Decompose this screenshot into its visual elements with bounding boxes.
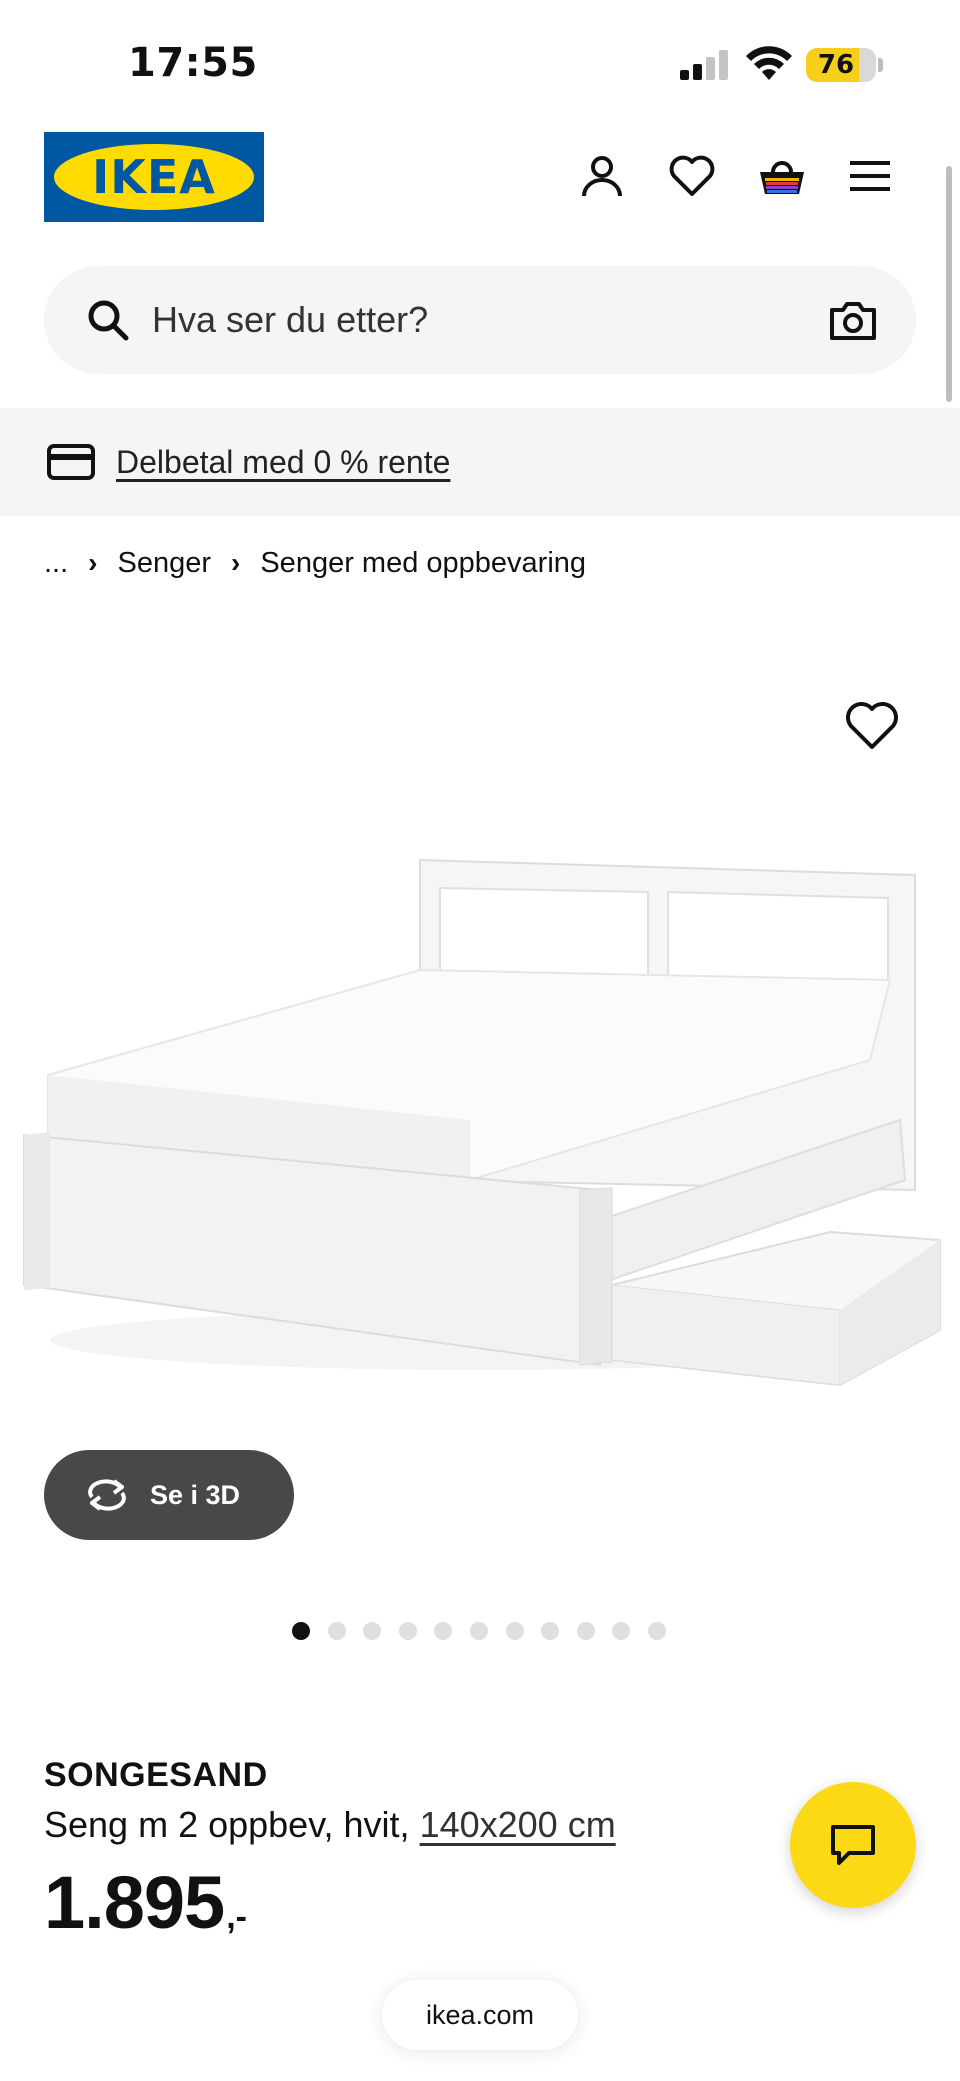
carousel-dots	[292, 1622, 684, 1642]
product-description: Seng m 2 oppbev, hvit, 140x200 cm	[44, 1804, 616, 1846]
account-icon[interactable]	[572, 146, 632, 206]
heart-icon[interactable]	[662, 146, 722, 206]
ikea-logo[interactable]: IKEA	[44, 132, 264, 222]
carousel-dot[interactable]	[612, 1622, 631, 1640]
rotate-3d-icon	[88, 1479, 126, 1511]
price-suffix: ,-	[226, 1898, 247, 1936]
carousel-dot[interactable]	[541, 1622, 560, 1640]
breadcrumb: ... › Senger › Senger med oppbevaring	[44, 538, 586, 588]
battery-level: 76	[817, 50, 855, 80]
breadcrumb-item-senger[interactable]: Senger	[118, 547, 212, 580]
search-input[interactable]	[152, 266, 752, 374]
battery-cap	[878, 58, 883, 72]
promo-link[interactable]: Delbetal med 0 % rente	[116, 408, 450, 516]
cellular-signal-icon	[680, 50, 728, 80]
carousel-dot[interactable]	[327, 1622, 346, 1640]
product-image[interactable]	[0, 620, 960, 1480]
status-bar: 17:55 76	[0, 0, 960, 120]
logo-text: IKEA	[92, 150, 216, 204]
view-3d-label: Se i 3D	[150, 1479, 241, 1510]
camera-icon[interactable]	[828, 296, 878, 346]
carousel-dot[interactable]	[363, 1622, 382, 1640]
search-icon[interactable]	[84, 296, 132, 344]
scrollbar[interactable]	[946, 166, 952, 402]
wifi-icon	[746, 46, 792, 80]
browser-url-bar[interactable]: ikea.com	[382, 1980, 578, 2050]
carousel-dot[interactable]	[469, 1622, 488, 1640]
breadcrumb-item-senger-med-oppbevaring[interactable]: Senger med oppbevaring	[260, 547, 586, 580]
shopping-bag-icon[interactable]	[752, 146, 812, 206]
battery-indicator: 76	[806, 48, 876, 82]
chat-button[interactable]	[790, 1782, 916, 1908]
favorite-heart-icon[interactable]	[844, 700, 900, 752]
chat-bubble-icon	[831, 1825, 875, 1865]
carousel-dot[interactable]	[647, 1622, 666, 1640]
price-value: 1.895	[44, 1861, 225, 1944]
breadcrumb-chevron-icon: ›	[88, 547, 98, 578]
carousel-dot[interactable]	[434, 1622, 453, 1640]
breadcrumb-chevron-icon: ›	[231, 547, 241, 578]
breadcrumb-item-ellipsis[interactable]: ...	[44, 547, 68, 580]
menu-icon[interactable]	[840, 146, 900, 206]
search-bar[interactable]	[44, 266, 916, 374]
credit-card-icon	[47, 444, 95, 480]
carousel-dot[interactable]	[398, 1622, 417, 1640]
site-header: IKEA	[0, 120, 960, 260]
carousel-dot[interactable]	[292, 1622, 310, 1640]
status-time: 17:55	[128, 40, 258, 86]
carousel-dot[interactable]	[576, 1622, 595, 1640]
product-name: SONGESAND	[44, 1756, 268, 1794]
view-3d-button[interactable]: Se i 3D	[44, 1450, 294, 1540]
product-description-text: Seng m 2 oppbev, hvit,	[44, 1804, 410, 1845]
product-size-link[interactable]: 140x200 cm	[420, 1804, 616, 1845]
product-price: 1.895 ,-	[44, 1860, 247, 1945]
promo-banner: Delbetal med 0 % rente	[0, 408, 960, 516]
carousel-dot[interactable]	[505, 1622, 524, 1640]
